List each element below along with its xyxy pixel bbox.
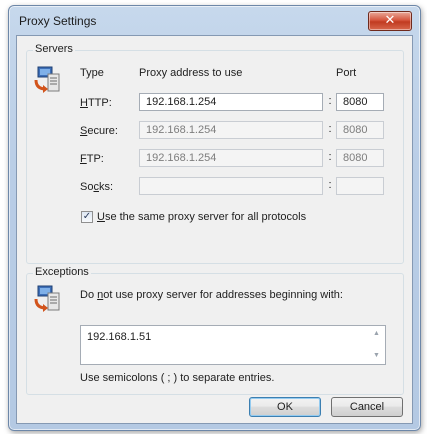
window-title: Proxy Settings [19,14,97,28]
cancel-button[interactable]: Cancel [331,397,403,417]
secure-colon: : [328,123,332,135]
http-port-input[interactable]: 8080 [336,93,384,111]
ftp-address-input[interactable]: 192.168.1.254 [139,149,323,167]
same-proxy-label[interactable]: Use the same proxy server for all protoc… [97,211,306,223]
ftp-label: FTP: [80,153,104,165]
secure-port-input[interactable]: 8080 [336,121,384,139]
ftp-port-input[interactable]: 8080 [336,149,384,167]
socks-address-input[interactable] [139,177,323,195]
proxy-settings-dialog: Proxy Settings ✕ Servers Type Proxy addr… [8,5,421,431]
exceptions-textarea[interactable]: 192.168.1.51 ▲ ▼ [80,325,386,365]
ftp-colon: : [328,151,332,163]
port-header: Port [336,67,357,79]
scroll-up-icon[interactable]: ▲ [373,330,380,337]
title-bar[interactable]: Proxy Settings ✕ [9,6,420,32]
http-colon: : [328,95,332,107]
http-label: HTTP: [80,97,112,109]
socks-label: Socks: [80,181,114,193]
secure-label: Secure: [80,125,118,137]
exceptions-scrollbar[interactable]: ▲ ▼ [369,326,385,364]
ok-button[interactable]: OK [249,397,321,417]
http-address-input[interactable]: 192.168.1.254 [139,93,323,111]
scroll-down-icon[interactable]: ▼ [373,352,380,359]
address-header: Proxy address to use [139,67,243,79]
exceptions-group: Exceptions Do not use proxy server for a… [26,266,404,395]
secure-address-input[interactable]: 192.168.1.254 [139,121,323,139]
network-computer-icon [34,66,60,93]
close-button[interactable]: ✕ [368,11,412,31]
socks-port-input[interactable] [336,177,384,195]
checkmark-icon: ✓ [82,211,92,222]
socks-colon: : [328,179,332,191]
exceptions-group-label: Exceptions [33,266,91,278]
dialog-body: Servers Type Proxy address to use Port H… [16,35,413,424]
exceptions-description: Do not use proxy server for addresses be… [80,289,343,301]
servers-group: Servers Type Proxy address to use Port H… [26,43,404,264]
servers-group-label: Servers [33,43,75,55]
network-computer-icon [34,285,60,312]
same-proxy-checkbox[interactable]: ✓ [81,211,93,223]
exceptions-value: 192.168.1.51 [87,331,152,343]
close-icon: ✕ [384,13,396,28]
type-header: Type [80,67,104,79]
exceptions-hint: Use semicolons ( ; ) to separate entries… [80,372,275,384]
